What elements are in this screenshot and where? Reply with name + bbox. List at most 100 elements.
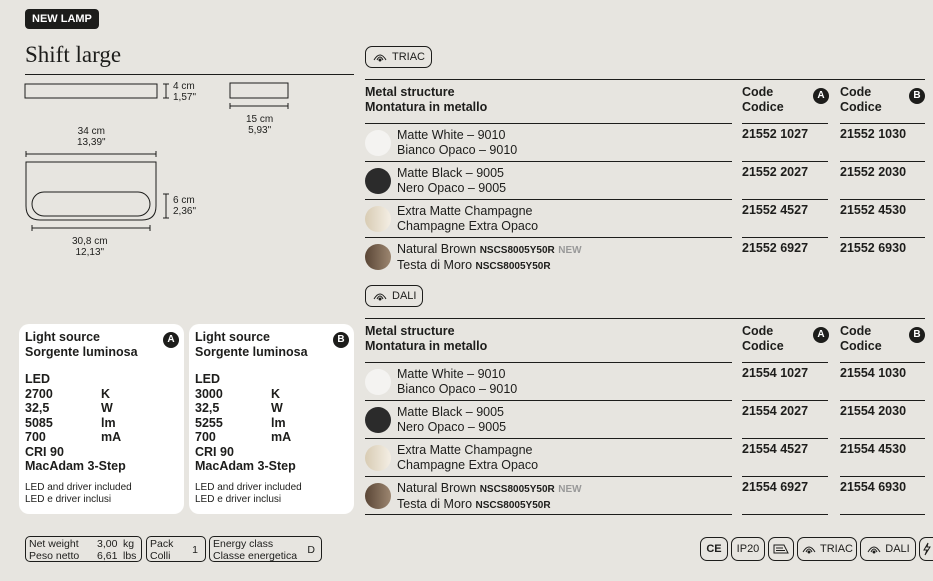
code-label: Code	[742, 85, 774, 99]
new-tag: NEW	[558, 484, 582, 495]
spec-value: 5085	[25, 415, 53, 430]
codice-label: Codice	[840, 339, 882, 353]
source-type: LED	[25, 372, 50, 386]
card-subtitle: Sorgente luminosa	[25, 344, 138, 359]
dali-cert-icon: DALI	[860, 537, 916, 561]
new-tag: NEW	[558, 245, 582, 256]
light-source-card-b: Light source Sorgente luminosa B LED 300…	[189, 324, 354, 514]
spec-unit: lm	[101, 415, 116, 430]
table-row: Natural Brown NSCS8005Y50R NEW Testa di …	[365, 477, 925, 515]
finish-name: Matte Black – 9005	[397, 405, 505, 419]
dimmer-icon	[867, 546, 881, 554]
dimmer-icon	[373, 54, 387, 62]
code-b: 21554 4530	[840, 442, 907, 456]
spec-value: 2700	[25, 386, 53, 401]
letter-a-icon: A	[163, 332, 179, 348]
finish-name: Extra Matte Champagne	[397, 204, 533, 218]
spec-value: 700	[195, 430, 216, 444]
tag-label: DALI	[392, 290, 417, 302]
ip20-icon: IP20	[731, 537, 765, 561]
col-subtitle: Montatura in metallo	[365, 339, 488, 353]
letter-b-icon: B	[909, 88, 925, 104]
finish-swatch	[365, 369, 391, 395]
divider	[25, 74, 354, 75]
spec-unit: mA	[271, 430, 292, 444]
code-b: 21552 6930	[840, 241, 907, 255]
code-a: 21552 2027	[742, 165, 809, 179]
spec-value: 700	[25, 430, 46, 444]
spec-value: 32,5	[195, 401, 220, 415]
triac-tag: TRIAC	[365, 46, 432, 68]
energy-class-label: Energy class	[213, 538, 274, 550]
code-a: 21554 6927	[742, 480, 809, 494]
code-b: 21552 1030	[840, 127, 907, 141]
finish-name-it: Champagne Extra Opaco	[397, 458, 539, 472]
code-b: 21552 2030	[840, 165, 907, 179]
code-label: Code	[840, 85, 872, 99]
code-a: 21554 4527	[742, 442, 809, 456]
triac-cert-icon: TRIAC	[797, 537, 857, 561]
lbs-unit: lbs	[123, 550, 137, 562]
col-title: Metal structure	[365, 324, 455, 338]
ncs-code: NSCS8005Y50R	[475, 261, 551, 272]
code-a: 21554 1027	[742, 366, 809, 380]
spec-unit: W	[271, 401, 283, 415]
lightning-glyph	[922, 542, 931, 556]
card-note: LED and driver included	[25, 482, 132, 493]
ncs-code: NSCS8005Y50R	[479, 245, 555, 256]
letter-a-icon: A	[813, 327, 829, 343]
table-header: Metal structure Montatura in metallo Code…	[365, 79, 925, 124]
finish-swatch	[365, 130, 391, 156]
finish-name-it: Testa di Moro	[397, 258, 473, 272]
finish-name-it: Champagne Extra Opaco	[397, 219, 539, 233]
dimmer-icon	[373, 293, 387, 301]
code-b: 21554 2030	[840, 404, 907, 418]
table-row: Extra Matte Champagne Champagne Extra Opa…	[365, 200, 925, 238]
product-title: Shift large	[25, 42, 122, 67]
cri-value: CRI 90	[195, 444, 234, 459]
spec-value: 3000	[195, 386, 223, 401]
spec-value: 32,5	[25, 401, 50, 415]
driver-icon	[768, 537, 794, 561]
finish-swatch	[365, 407, 391, 433]
spec-value: 5255	[195, 415, 223, 430]
col-title: Metal structure	[365, 85, 455, 99]
card-title: Light source	[25, 330, 101, 344]
kg-unit: kg	[123, 538, 135, 550]
peso-netto-label: Peso netto	[29, 550, 80, 562]
table-row: Natural Brown NSCS8005Y50R NEW Testa di …	[365, 238, 925, 276]
cri-value: CRI 90	[25, 444, 64, 459]
energy-value: D	[307, 544, 315, 556]
new-lamp-badge: NEW LAMP	[25, 9, 99, 29]
finish-name-it: Bianco Opaco – 9010	[397, 143, 518, 157]
code-a: 21552 6927	[742, 241, 809, 255]
finish-name-it: Testa di Moro	[397, 497, 473, 511]
driver-glyph	[773, 544, 789, 554]
card-subtitle: Sorgente luminosa	[195, 344, 308, 359]
width-side-label: 15 cm 5,93"	[246, 114, 274, 136]
light-source-card-a: Light source Sorgente luminosa A LED 270…	[19, 324, 184, 514]
card-note: LED e driver inclusi	[195, 494, 282, 505]
spec-unit: K	[271, 386, 281, 401]
height-front-label: 6 cm 2,36"	[173, 195, 197, 217]
pack-value: 1	[192, 544, 198, 556]
letter-b-icon: B	[333, 332, 349, 348]
card-title: Light source	[195, 330, 271, 344]
card-note: LED e driver inclusi	[25, 494, 112, 505]
ce-label: CE	[706, 543, 722, 555]
finish-swatch	[365, 206, 391, 232]
codice-label: Codice	[840, 100, 882, 114]
finish-name-it: Nero Opaco – 9005	[397, 420, 507, 434]
table-row: Matte White – 9010 Bianco Opaco – 9010 21…	[365, 363, 925, 401]
finish-swatch	[365, 483, 391, 509]
finish-name: Matte White – 9010	[397, 128, 506, 142]
ncs-code: NSCS8005Y50R	[475, 500, 551, 511]
table-header: Metal structure Montatura in metallo Code…	[365, 318, 925, 363]
height-top-label: 4 cm 1,57"	[173, 81, 197, 103]
weight-box: Net weight 3,00 kg Peso netto 6,61 lbs	[25, 536, 142, 562]
ce-icon: CE	[700, 537, 728, 561]
kg-value: 3,00	[97, 538, 118, 550]
spec-unit: mA	[101, 430, 122, 444]
code-a: 21554 2027	[742, 404, 809, 418]
width-bottom-label: 30,8 cm 12,13"	[72, 236, 108, 258]
